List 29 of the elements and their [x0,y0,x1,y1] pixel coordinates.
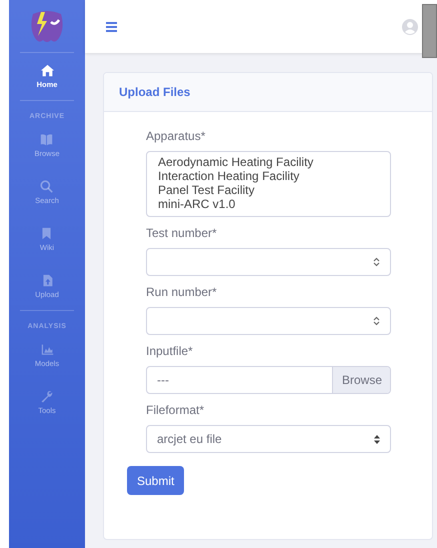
list-option[interactable]: Interaction Heating Facility [158,169,379,183]
number-input[interactable] [146,248,391,276]
spinner-icon[interactable] [373,316,380,326]
submit-button[interactable]: Submit [127,466,184,495]
bookmark-icon [40,227,54,240]
list-option[interactable]: Aerodynamic Heating Facility [158,155,379,169]
search-icon [40,180,54,193]
field-label: Apparatus* [146,129,206,143]
menu-icon[interactable] [106,22,117,32]
card-title: Upload Files [119,85,190,99]
browse-button[interactable]: Browse [332,367,390,393]
list-option[interactable]: mini-ARC v1.0 [158,197,379,211]
wrench-icon [40,390,54,403]
chart-icon [40,343,54,356]
field-label: Fileformat* [146,403,206,417]
file-name: --- [156,372,170,389]
field-label: Inputfile* [146,344,194,358]
home-icon [40,64,54,77]
spinner-icon[interactable] [373,257,380,267]
book-icon [40,133,54,146]
field-label: Run number* [146,285,218,299]
list-option[interactable]: Panel Test Facility [158,183,379,197]
file-input[interactable]: --- Browse [146,366,391,394]
number-input[interactable] [146,307,391,335]
apparatus-listbox[interactable]: Aerodynamic Heating Facility Interaction Heating Facility Panel Test Facility mini-ARC v1.0 [146,151,391,217]
select-arrows-icon [374,434,380,444]
upload-icon [40,274,54,287]
format-select[interactable]: arcjet eu file [146,425,391,453]
field-label: Test number* [146,226,218,240]
